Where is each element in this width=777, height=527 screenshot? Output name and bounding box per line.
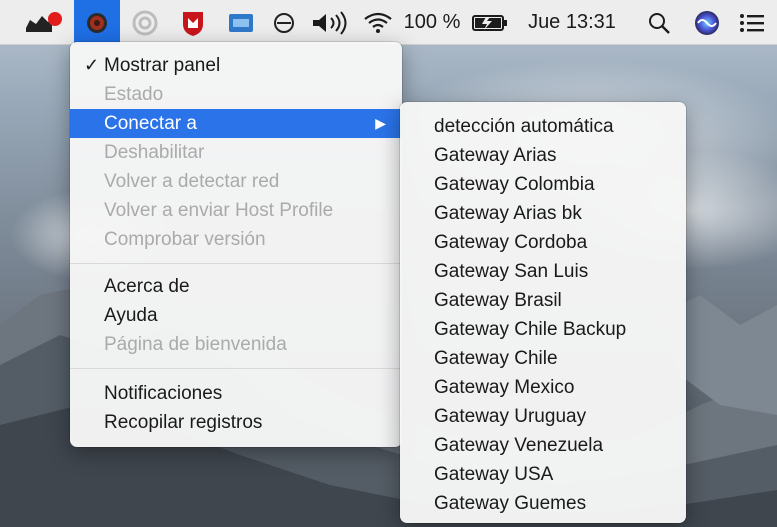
menu-item-pagina-de-bienvenida: Página de bienvenida <box>104 334 287 355</box>
menu-item-volver-a-detectar-red: Volver a detectar red <box>104 171 280 192</box>
menu-separator <box>70 263 402 264</box>
submenu-item-gateway-usa[interactable]: Gateway USA <box>400 460 686 489</box>
mcafee-shield-icon[interactable] <box>170 0 216 45</box>
menu-bar: 100 % Jue 13:31 <box>0 0 777 45</box>
submenu-item-gateway-san-luis[interactable]: Gateway San Luis <box>400 257 686 286</box>
submenu-item-gateway-uruguay[interactable]: Gateway Uruguay <box>400 402 686 431</box>
conectar-a-submenu: detección automática Gateway Arias Gatew… <box>400 102 686 523</box>
menu-separator <box>70 368 402 369</box>
submenu-item-gateway-chile[interactable]: Gateway Chile <box>400 344 686 373</box>
do-not-disturb-icon[interactable] <box>264 0 304 45</box>
submenu-item-gateway-arias-bk[interactable]: Gateway Arias bk <box>400 199 686 228</box>
menu-item-acerca-de[interactable]: Acerca de <box>70 272 402 301</box>
submenu-item-gateway-venezuela[interactable]: Gateway Venezuela <box>400 431 686 460</box>
menu-item-notificaciones[interactable]: Notificaciones <box>70 379 402 408</box>
submenu-item-gateway-colombia[interactable]: Gateway Colombia <box>400 170 686 199</box>
menu-item-ayuda[interactable]: Ayuda <box>70 301 402 330</box>
submenu-arrow-icon: ▶ <box>375 115 386 131</box>
menu-item-volver-a-enviar-host-profile: Volver a enviar Host Profile <box>104 200 334 221</box>
notification-center-icon[interactable] <box>730 0 774 45</box>
volume-icon[interactable] <box>304 0 356 45</box>
menu-item-conectar-a[interactable]: Conectar a ▶ <box>70 109 402 138</box>
siri-icon[interactable] <box>684 0 730 45</box>
battery-icon[interactable] <box>465 0 515 45</box>
vpn-client-icon[interactable] <box>74 0 120 45</box>
submenu-item-gateway-chile-backup[interactable]: Gateway Chile Backup <box>400 315 686 344</box>
menu-item-deshabilitar: Deshabilitar <box>104 142 205 163</box>
submenu-item-gateway-mexico[interactable]: Gateway Mexico <box>400 373 686 402</box>
vpn-dropdown-menu: ✓ Mostrar panel Estado Conectar a ▶ Desh… <box>70 42 402 447</box>
submenu-item-deteccion-automatica[interactable]: detección automática <box>400 112 686 141</box>
submenu-item-gateway-guemes[interactable]: Gateway Guemes <box>400 489 686 518</box>
submenu-item-gateway-cordoba[interactable]: Gateway Cordoba <box>400 228 686 257</box>
spotlight-icon[interactable] <box>636 0 682 45</box>
creative-cloud-icon[interactable] <box>122 0 168 45</box>
submenu-item-gateway-arias[interactable]: Gateway Arias <box>400 141 686 170</box>
wifi-icon[interactable] <box>358 0 398 45</box>
spy-agent-icon[interactable] <box>18 0 70 45</box>
checkmark-icon: ✓ <box>84 55 100 75</box>
menu-item-recopilar-registros[interactable]: Recopilar registros <box>70 408 402 437</box>
menu-item-mostrar-panel[interactable]: ✓ Mostrar panel <box>70 51 402 80</box>
menubar-clock[interactable]: Jue 13:31 <box>517 0 627 45</box>
submenu-item-gateway-brasil[interactable]: Gateway Brasil <box>400 286 686 315</box>
display-icon[interactable] <box>218 0 264 45</box>
battery-percent: 100 % <box>403 11 461 33</box>
menu-item-comprobar-version: Comprobar versión <box>104 229 266 250</box>
menu-item-estado: Estado <box>104 84 164 105</box>
